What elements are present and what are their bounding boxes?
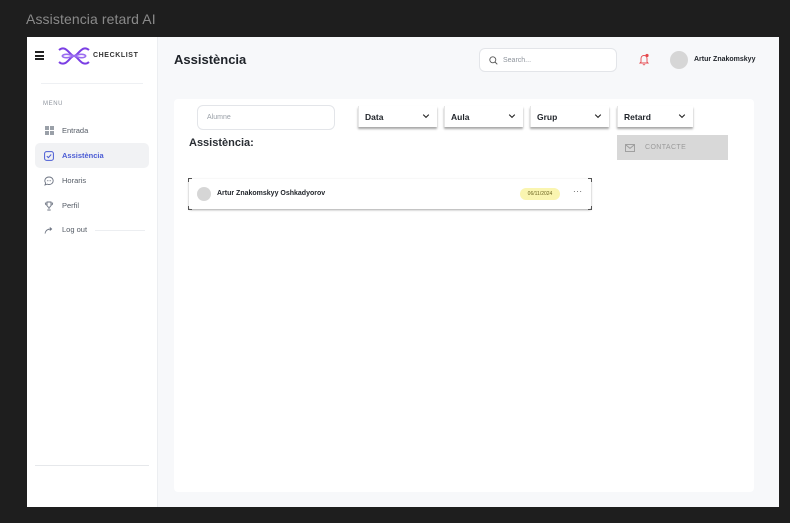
contacte-button[interactable]: CONTACTE	[617, 135, 728, 160]
page-title: Assistència	[174, 52, 247, 67]
main-content-card: Alumne Data Aula Grup Retard Assistència…	[174, 99, 754, 492]
grid-icon	[44, 126, 54, 136]
sidebar-divider	[41, 83, 143, 84]
retard-dropdown[interactable]: Retard	[617, 106, 693, 127]
logout-icon	[44, 225, 54, 235]
dropdown-label: Retard	[624, 111, 651, 122]
selection-corner	[188, 178, 192, 182]
student-avatar	[197, 187, 211, 201]
trophy-icon	[44, 201, 54, 211]
chevron-down-icon	[594, 114, 602, 119]
grup-dropdown[interactable]: Grup	[530, 106, 609, 127]
section-title: Assistència:	[189, 137, 254, 149]
sidebar-item-assistencia[interactable]: Assistència	[35, 143, 149, 168]
selection-corner	[588, 178, 592, 182]
sidebar-divider	[95, 230, 145, 231]
dropdown-label: Data	[365, 111, 384, 122]
search-placeholder: Search...	[503, 56, 532, 64]
sidebar-item-label: Entrada	[62, 126, 89, 135]
selection-corner	[588, 206, 592, 210]
data-dropdown[interactable]: Data	[358, 106, 437, 127]
sidebar-item-perfil[interactable]: Perfil	[35, 193, 149, 218]
search-icon	[489, 55, 498, 65]
selection-corner	[188, 206, 192, 210]
user-name[interactable]: Artur Znakomskyy	[694, 56, 755, 63]
student-name: Artur Znakomskyy Oshkadyorov	[217, 190, 326, 197]
sidebar-item-label: Perfil	[62, 201, 80, 210]
logo-text: CHECKLIST	[93, 52, 139, 59]
more-options-icon[interactable]: ···	[573, 187, 583, 196]
dropdown-label: Grup	[537, 111, 558, 122]
sidebar-item-label: Log out	[62, 225, 88, 234]
sidebar-item-horaris[interactable]: Horaris	[35, 168, 149, 193]
sidebar-item-label: Horaris	[62, 176, 87, 185]
app-window: CHECKLIST MENU Entrada Assistència Horar…	[27, 37, 779, 507]
alumne-input[interactable]: Alumne	[197, 105, 335, 130]
search-input[interactable]: Search...	[479, 48, 617, 72]
chevron-down-icon	[422, 114, 430, 119]
menu-section-label: MENU	[43, 101, 64, 107]
hamburger-menu-icon[interactable]	[35, 51, 44, 60]
user-avatar[interactable]	[670, 51, 688, 69]
checklist-logo-icon	[58, 47, 90, 65]
chevron-down-icon	[678, 114, 686, 119]
chat-bubble-icon	[44, 176, 54, 186]
mail-icon	[625, 143, 635, 152]
date-badge: 06/11/2024	[520, 188, 560, 200]
sidebar-item-label: Assistència	[62, 151, 104, 160]
sidebar: CHECKLIST MENU Entrada Assistència Horar…	[27, 37, 158, 507]
dropdown-label: Aula	[451, 111, 470, 122]
attendance-record-row[interactable]: Artur Znakomskyy Oshkadyorov 06/11/2024 …	[188, 178, 592, 210]
sidebar-item-entrada[interactable]: Entrada	[35, 118, 149, 143]
sidebar-footer-divider	[35, 465, 149, 466]
notification-bell-icon[interactable]	[638, 53, 650, 66]
aula-dropdown[interactable]: Aula	[444, 106, 523, 127]
window-title: Assistencia retard AI	[26, 11, 156, 27]
chevron-down-icon	[508, 114, 516, 119]
contacte-button-label: CONTACTE	[645, 144, 687, 151]
check-square-icon	[44, 150, 54, 161]
